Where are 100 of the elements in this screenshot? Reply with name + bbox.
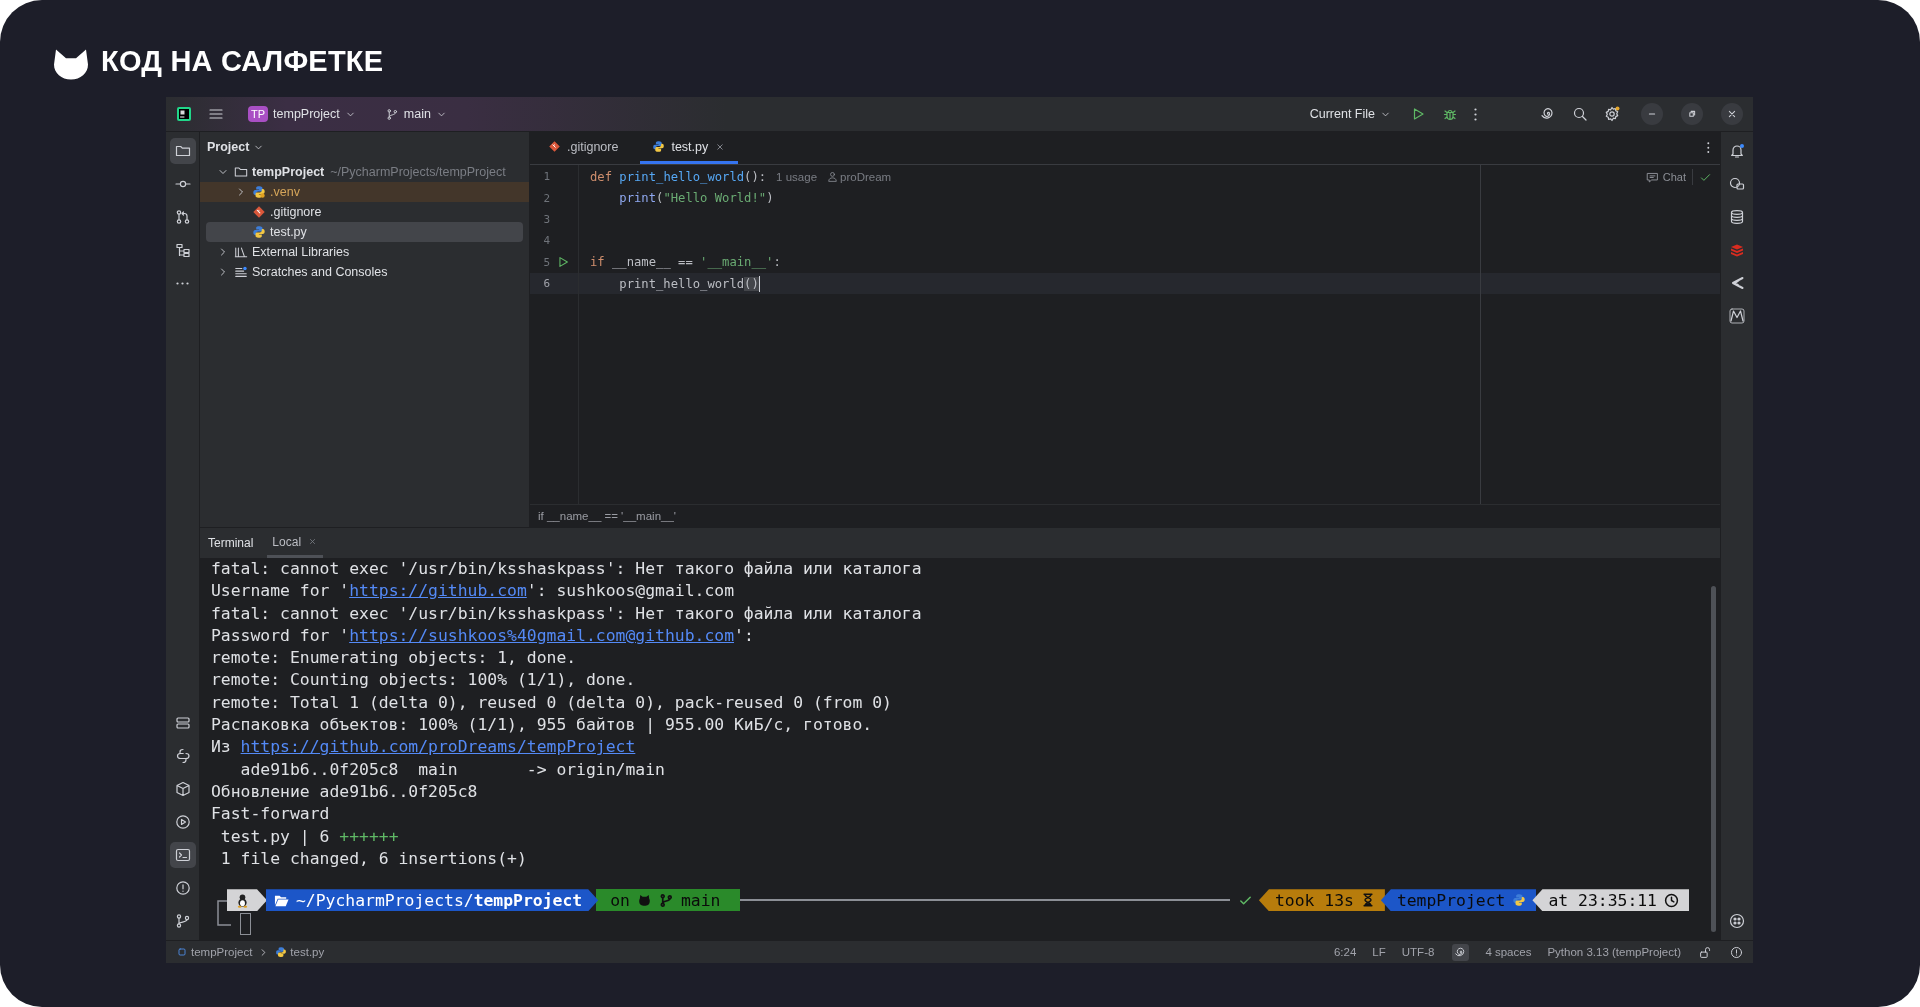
code-line: def print_hello_world(): <box>590 169 767 184</box>
python-file-icon <box>252 225 266 239</box>
branch-icon <box>658 892 674 908</box>
tree-item[interactable]: External Libraries <box>206 242 523 262</box>
run-gutter-icon[interactable] <box>556 255 570 270</box>
scratches-icon <box>234 265 248 279</box>
terminal-line: 1 file changed, 6 insertions(+) <box>219 848 527 868</box>
breadcrumb-label: test.py <box>290 946 325 958</box>
author-hint[interactable]: proDream <box>840 170 892 183</box>
project-badge: TP <box>248 106 269 122</box>
terminal-line: fatal: cannot exec '/usr/bin/ksshaskpass': Нет такого файла или каталога <box>211 559 922 578</box>
line-separator[interactable]: LF <box>1372 946 1386 958</box>
pull-request-icon <box>174 209 191 225</box>
project-switcher[interactable]: TP tempProject <box>242 103 362 125</box>
terminal-line: fatal: cannot exec '/usr/bin/ksshaskpass': Нет такого файла или каталога <box>211 603 922 623</box>
menu-icon[interactable] <box>208 106 224 122</box>
hourglass-icon <box>1360 893 1375 908</box>
clock-icon <box>1664 892 1679 908</box>
share-icon[interactable] <box>1729 275 1745 291</box>
terminal-line: remote: Counting objects: 100% (1/1), done. <box>211 670 636 690</box>
chat-button[interactable]: Chat <box>1645 170 1686 184</box>
tree-item[interactable]: .gitignore <box>206 202 523 222</box>
tree-label: Scratches and Consoles <box>252 265 388 279</box>
ai-chat-icon[interactable] <box>1729 176 1745 192</box>
code-breadcrumb[interactable]: if __name__ == '__main__' <box>538 510 677 522</box>
line-number: 3 <box>542 212 551 226</box>
line-number: 1 <box>542 170 551 184</box>
minimize-button[interactable] <box>1641 103 1663 125</box>
line-number: 4 <box>542 234 551 248</box>
python-file-icon <box>652 140 666 153</box>
services-icon <box>174 715 191 731</box>
panel-title: Terminal <box>208 535 254 552</box>
tree-label: External Libraries <box>252 245 350 259</box>
terminal-cursor <box>240 913 251 936</box>
terminal-line: Обновление ade91b6..0f205c8 <box>211 781 478 801</box>
database-icon[interactable] <box>1729 209 1745 225</box>
branch-icon <box>385 107 399 121</box>
prompt-on: on <box>610 890 630 910</box>
line-number: 2 <box>542 191 551 205</box>
editor-tab[interactable]: test.py <box>640 132 739 164</box>
package-icon <box>174 781 191 797</box>
restore-button[interactable] <box>1681 103 1703 125</box>
more-icon <box>176 281 189 285</box>
search-icon[interactable] <box>1572 106 1588 122</box>
terminal-line: remote: Total 1 (delta 0), reused 0 (delta 0), pack-reused 0 (from 0) <box>211 692 892 712</box>
folder-icon <box>234 165 248 179</box>
tab-label: test.py <box>671 139 709 154</box>
lock-icon[interactable] <box>1699 945 1712 959</box>
tree-label: tempProject <box>252 165 325 179</box>
close-button[interactable] <box>1721 103 1743 125</box>
terminal-link[interactable]: https://github.com <box>349 581 527 601</box>
terminal-link[interactable]: https://github.com/proDreams/tempProject <box>240 737 636 757</box>
indent-setting[interactable]: 4 spaces <box>1485 946 1532 958</box>
tree-item[interactable]: .venv <box>200 182 529 202</box>
app-logo-icon[interactable] <box>176 106 192 122</box>
tree-item[interactable]: tempProject ~/PycharmProjects/tempProject <box>206 162 523 182</box>
scrollbar[interactable] <box>1711 586 1716 932</box>
editor-tab[interactable]: .gitignore <box>536 132 631 164</box>
stack-icon[interactable] <box>1729 242 1745 258</box>
file-encoding[interactable]: UTF-8 <box>1401 946 1435 958</box>
prompt-duration: took 13s <box>1274 890 1354 910</box>
branch-switcher[interactable]: main <box>379 104 453 124</box>
terminal-line: Username for 'https://github.com': sushkoos@gmail.com <box>211 581 734 601</box>
breadcrumb-item[interactable]: tempProject <box>176 946 253 958</box>
tree-item[interactable]: test.py <box>206 222 523 242</box>
tree-label: test.py <box>270 225 307 239</box>
line-number: 5 <box>542 255 551 269</box>
python-interpreter[interactable]: Python 3.13 (tempProject) <box>1547 946 1681 958</box>
panel-title[interactable]: Project <box>207 140 250 154</box>
ai-status-button[interactable] <box>1452 943 1470 961</box>
code-line: print_hello_world() <box>618 276 759 291</box>
run-config-label: Current File <box>1309 107 1375 121</box>
ai-assistant-icon[interactable] <box>1540 106 1556 122</box>
tab-label: Local <box>272 534 302 549</box>
terminal-line: Password for 'https://sushkoos%40gmail.com@github.com': <box>211 625 754 645</box>
zigzag-icon[interactable] <box>1729 308 1745 324</box>
caret-position[interactable]: 6:24 <box>1333 946 1357 958</box>
git-file-icon <box>252 205 266 219</box>
tool-window-button[interactable] <box>169 842 196 868</box>
terminal-line: Fast-forward <box>211 804 330 824</box>
terminal-line: remote: Enumerating objects: 1, done. <box>211 648 577 668</box>
python-file-icon <box>275 946 288 958</box>
python-env-icon <box>252 185 266 199</box>
problems-icon[interactable] <box>1730 945 1743 959</box>
code-line: print("Hello World!") <box>618 191 774 206</box>
terminal-link[interactable]: https://sushkoos%40gmail.com@github.com <box>349 625 734 645</box>
tree-item[interactable]: Scratches and Consoles <box>206 262 523 282</box>
prompt-time: at 23:35:11 <box>1548 890 1657 910</box>
more-icon[interactable] <box>1474 107 1477 121</box>
settings-icon[interactable] <box>1604 106 1620 122</box>
terminal-line: ade91b6..0f205c8 main -> origin/main <box>239 759 665 779</box>
breadcrumb-item[interactable]: test.py <box>275 946 325 958</box>
run-config-dropdown[interactable]: Current File <box>1303 104 1397 124</box>
tool-window-button[interactable] <box>169 138 196 164</box>
prompt-branch: main <box>680 890 721 910</box>
more-icon[interactable] <box>1707 142 1710 154</box>
run-icon <box>174 814 191 830</box>
plugin-icon[interactable] <box>1729 913 1745 929</box>
notifications-icon[interactable] <box>1729 143 1745 159</box>
usage-hint[interactable]: 1 usage <box>776 170 818 183</box>
